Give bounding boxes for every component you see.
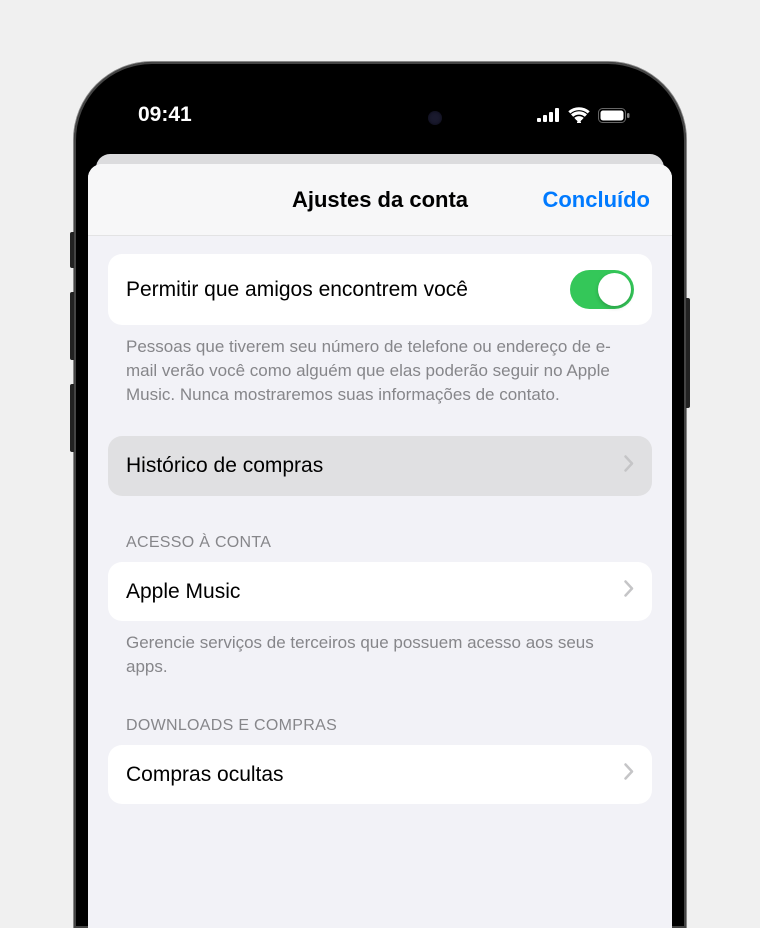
cellular-signal-icon [537, 108, 560, 122]
friends-footer: Pessoas que tiverem seu número de telefo… [108, 325, 652, 406]
allow-friends-label: Permitir que amigos encontrem você [126, 276, 556, 303]
status-time: 09:41 [138, 103, 192, 127]
downloads-group: Compras ocultas [108, 745, 652, 804]
chevron-right-icon [624, 763, 634, 785]
nav-header: Ajustes da conta Concluído [88, 164, 672, 236]
screen: 09:41 [88, 76, 672, 928]
page-title: Ajustes da conta [292, 187, 468, 213]
chevron-right-icon [624, 455, 634, 477]
downloads-header: DOWNLOADS E COMPRAS [108, 717, 652, 745]
phone-frame: 09:41 [74, 62, 686, 928]
dynamic-island [300, 96, 460, 140]
purchase-history-label: Histórico de compras [126, 452, 614, 479]
chevron-right-icon [624, 580, 634, 602]
battery-icon [598, 108, 630, 123]
account-access-header: ACESSO À CONTA [108, 534, 652, 562]
friends-group: Permitir que amigos encontrem você [108, 254, 652, 325]
camera-icon [428, 111, 442, 125]
purchase-history-group: Histórico de compras [108, 436, 652, 495]
purchase-history-row[interactable]: Histórico de compras [108, 436, 652, 495]
allow-friends-row: Permitir que amigos encontrem você [108, 254, 652, 325]
wifi-icon [568, 107, 590, 123]
account-access-group: Apple Music [108, 562, 652, 621]
hidden-purchases-row[interactable]: Compras ocultas [108, 745, 652, 804]
done-button[interactable]: Concluído [542, 187, 650, 213]
settings-sheet: Ajustes da conta Concluído Permitir que … [88, 164, 672, 928]
hidden-purchases-label: Compras ocultas [126, 761, 614, 788]
apple-music-label: Apple Music [126, 578, 614, 605]
account-access-footer: Gerencie serviços de terceiros que possu… [108, 621, 652, 679]
apple-music-row[interactable]: Apple Music [108, 562, 652, 621]
allow-friends-toggle[interactable] [570, 270, 634, 309]
